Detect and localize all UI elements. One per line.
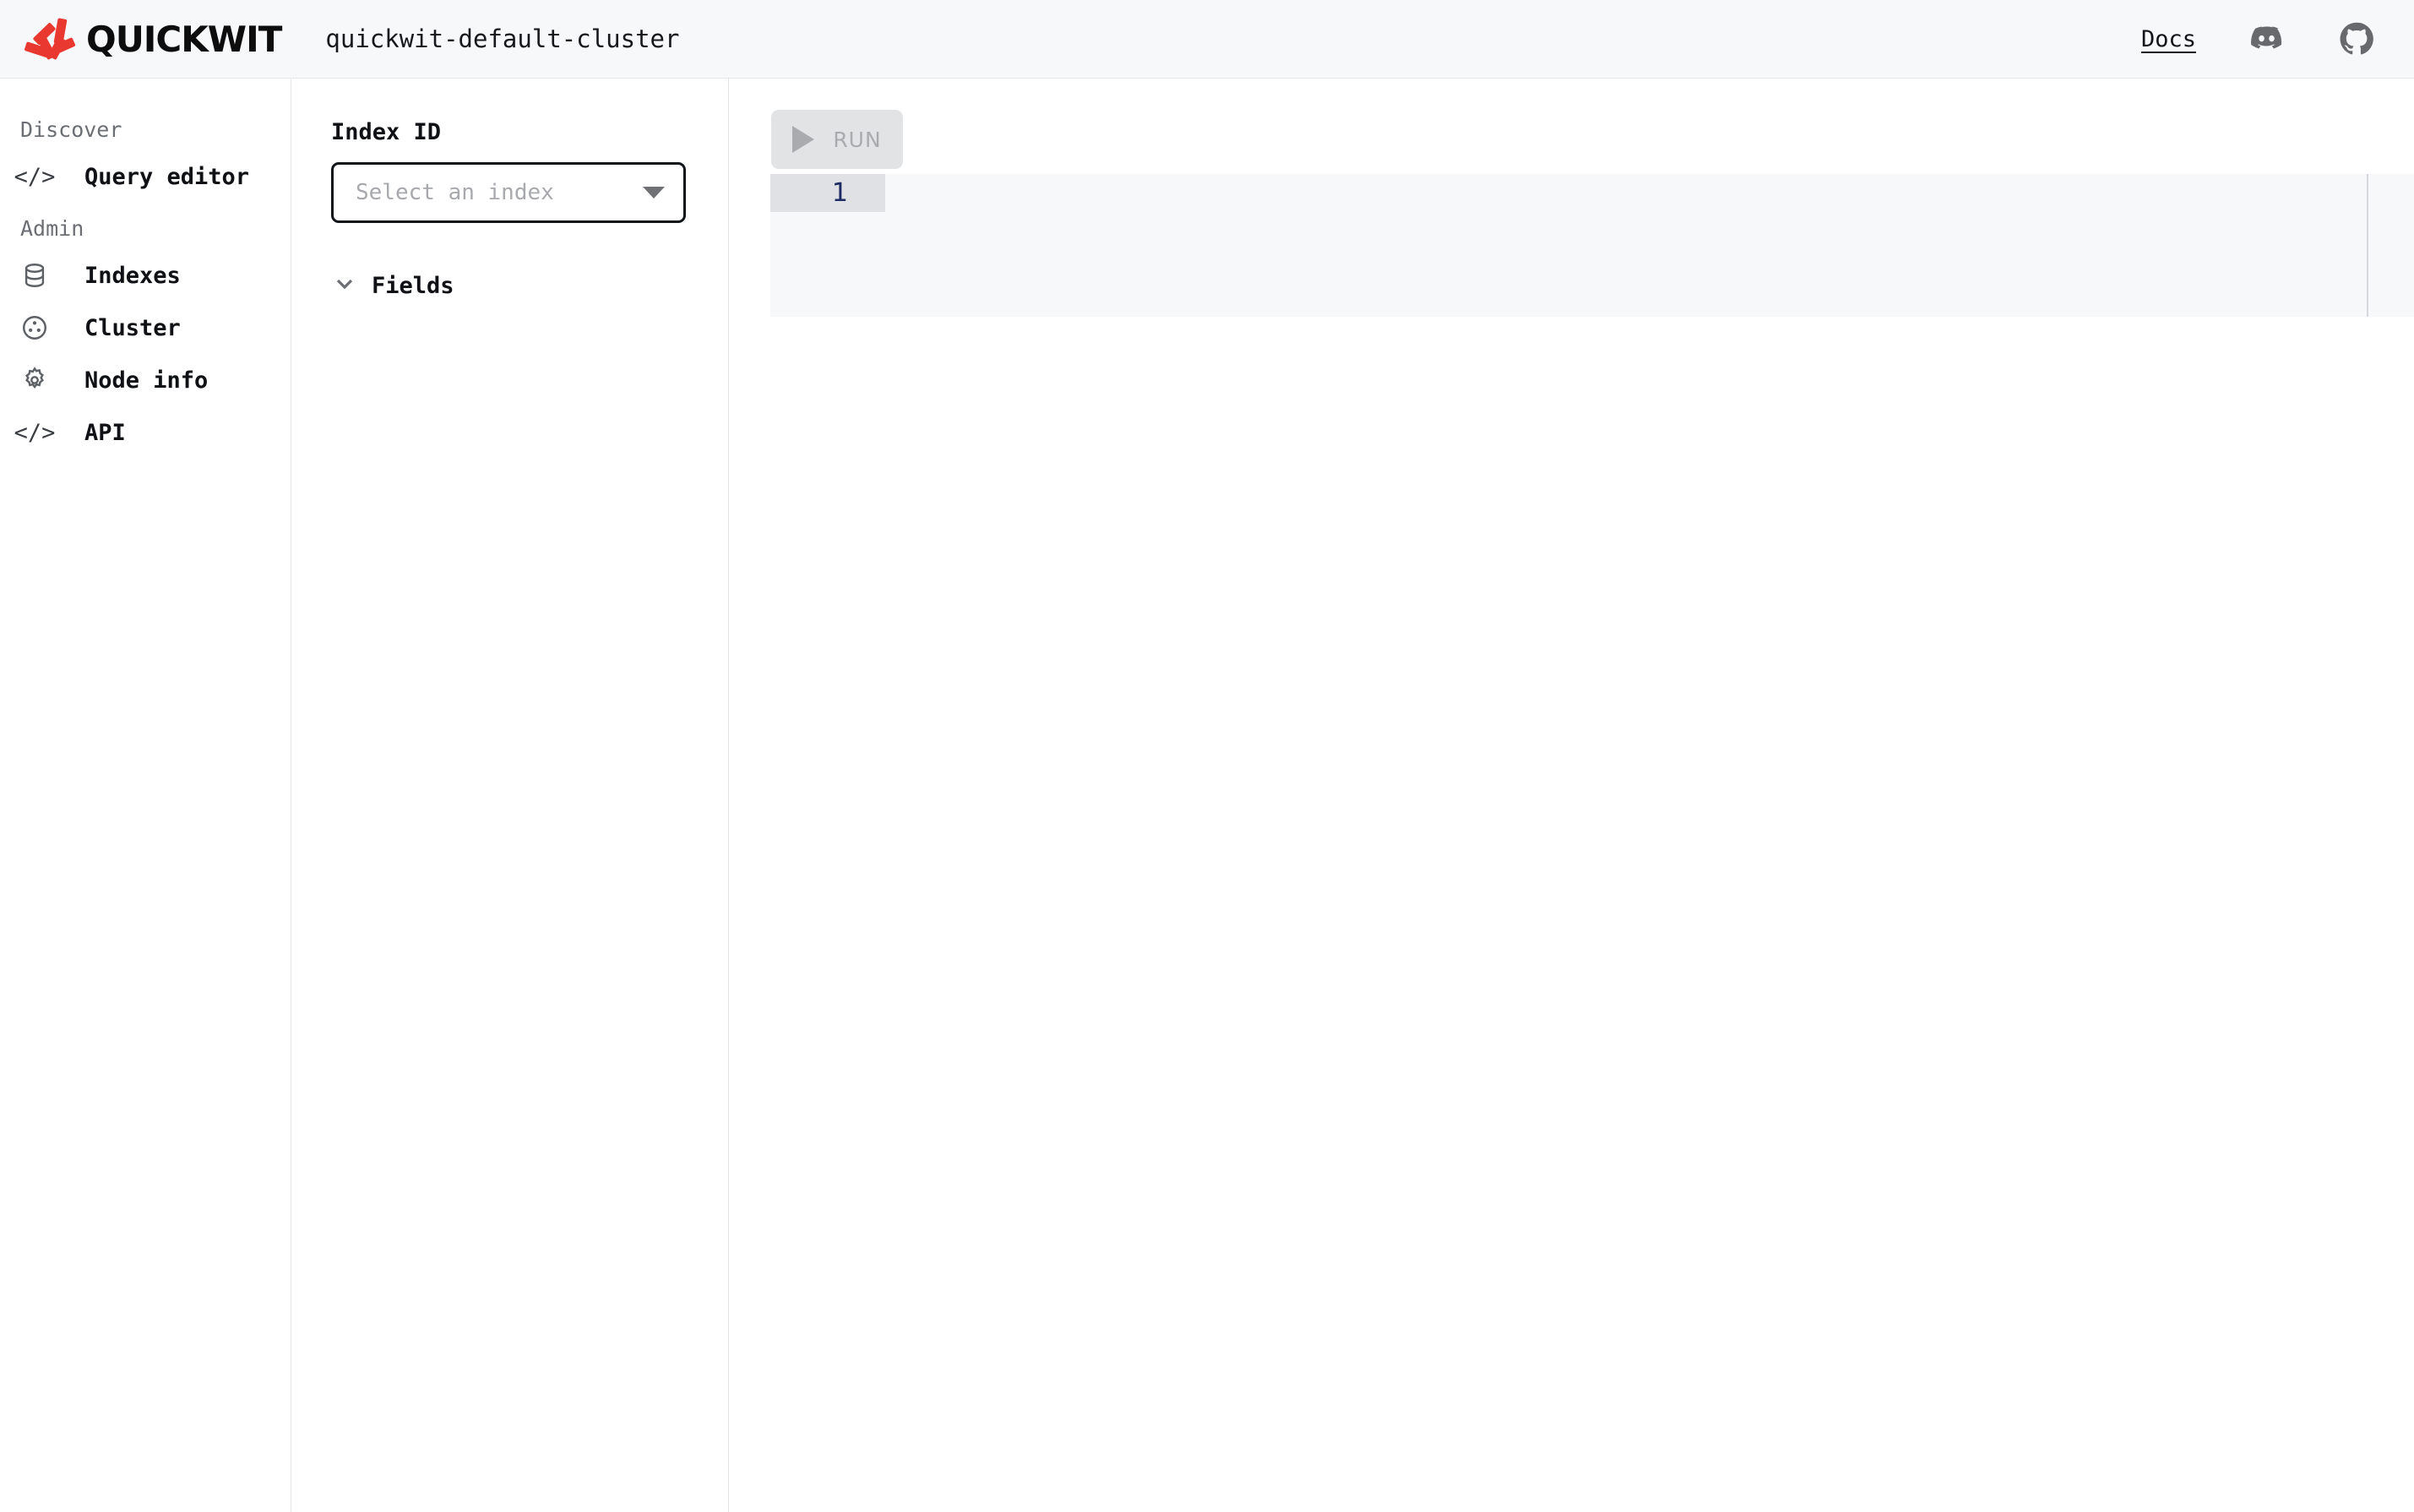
sidebar-item-label: Query editor (84, 163, 250, 190)
sidebar-item-label: Cluster (84, 314, 181, 341)
sidebar-item-node-info[interactable]: Node info (0, 354, 291, 406)
code-editor[interactable]: 1 (770, 174, 2414, 317)
sidebar-item-label: API (84, 419, 126, 446)
fields-section-toggle[interactable]: Fields (331, 270, 728, 301)
sidebar-item-api[interactable]: </> API (0, 406, 291, 459)
app-header: QUICKWIT quickwit-default-cluster Docs (0, 0, 2414, 79)
index-select-placeholder: Select an index (356, 180, 554, 205)
editor-scrollbar-track[interactable] (2368, 174, 2414, 317)
code-brackets-icon: </> (14, 163, 56, 190)
brand-logo[interactable]: QUICKWIT (24, 17, 282, 61)
github-icon[interactable] (2338, 20, 2375, 57)
cluster-name-label: quickwit-default-cluster (325, 24, 680, 53)
chevron-down-icon (643, 187, 665, 199)
index-id-label: Index ID (331, 119, 442, 145)
brand-wordmark: QUICKWIT (86, 18, 282, 60)
sidebar-section-admin: Admin (20, 216, 84, 241)
index-select[interactable]: Select an index (331, 162, 686, 223)
sidebar-nav: Discover </> Query editor Admin Indexes … (0, 79, 291, 1512)
run-button-label: RUN (833, 127, 882, 152)
query-editor-main: RUN 1 (730, 79, 2414, 1512)
run-button[interactable]: RUN (771, 110, 903, 169)
cluster-circle-icon (15, 308, 54, 347)
database-icon (15, 256, 54, 295)
play-triangle-icon (792, 126, 815, 153)
editor-line-gutter: 1 (770, 174, 885, 212)
docs-link[interactable]: Docs (2141, 26, 2196, 52)
editor-text-area[interactable] (885, 174, 2414, 317)
sidebar-item-label: Node info (84, 367, 209, 394)
chevron-down-icon (331, 270, 358, 301)
code-brackets-icon: </> (14, 419, 56, 446)
line-number: 1 (831, 178, 848, 208)
sidebar-item-indexes[interactable]: Indexes (0, 249, 291, 302)
sidebar-item-cluster[interactable]: Cluster (0, 302, 291, 354)
sidebar-item-label: Indexes (84, 262, 181, 289)
sidebar-section-discover: Discover (20, 117, 122, 142)
index-selection-panel: Index ID Select an index Fields (292, 79, 729, 1512)
discord-icon[interactable] (2248, 20, 2286, 57)
quickwit-pinwheel-logo-icon (24, 17, 78, 61)
header-actions: Docs (2141, 20, 2375, 57)
gear-icon (15, 361, 54, 400)
fields-label: Fields (372, 272, 454, 299)
sidebar-item-query-editor[interactable]: </> Query editor (0, 150, 291, 203)
